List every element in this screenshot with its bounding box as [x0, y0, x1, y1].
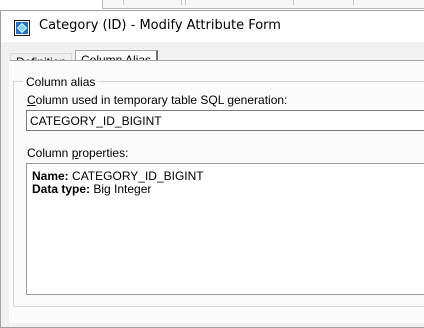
property-value: CATEGORY_ID_BIGINT	[72, 169, 204, 183]
background-window-frame	[102, 0, 424, 9]
background-tick	[293, 0, 294, 5]
property-value: Big Integer	[93, 182, 152, 196]
property-datatype-row: Data type: Big Integer	[32, 183, 424, 196]
background-tick	[185, 0, 186, 5]
column-properties-label-prefix: Column	[27, 146, 72, 160]
background-tick	[123, 0, 124, 5]
column-properties-box[interactable]: Name: CATEGORY_ID_BIGINT Data type: Big …	[26, 163, 424, 295]
property-key: Data type:	[32, 182, 91, 196]
column-properties-label: Column properties:	[27, 146, 128, 160]
sql-column-label-mnemonic: C	[27, 93, 36, 107]
sql-column-name-input[interactable]	[26, 110, 424, 131]
background-tick	[353, 0, 354, 5]
group-border-left	[13, 81, 15, 306]
sql-column-label: Column used in temporary table SQL gener…	[27, 93, 287, 107]
property-key: Name:	[32, 169, 69, 183]
background-tick	[181, 0, 182, 5]
sql-column-label-text: olumn used in temporary table SQL genera…	[35, 93, 288, 107]
title-bar[interactable]: Category (ID) - Modify Attribute Form	[1, 11, 424, 42]
app-icon	[14, 20, 30, 36]
background-window	[0, 0, 424, 10]
group-border-bottom	[13, 306, 424, 308]
window-title: Category (ID) - Modify Attribute Form	[39, 18, 281, 33]
column-alias-group-label: Column alias	[23, 75, 99, 89]
column-properties-label-rest: roperties:	[78, 146, 129, 160]
